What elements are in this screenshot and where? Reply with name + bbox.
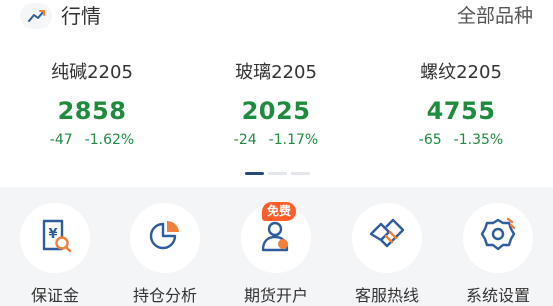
gear-icon [478, 216, 518, 260]
service-position-analysis[interactable]: 持仓分析 [110, 203, 220, 306]
page-title: 行情 [61, 4, 101, 28]
service-icon-circle [352, 203, 422, 273]
service-icon-circle [463, 203, 533, 273]
quote-card-soda-ash[interactable]: 纯碱2205 2858 -47 -1.62% [0, 60, 184, 150]
service-hotline[interactable]: 客服热线 [332, 203, 442, 306]
service-label: 持仓分析 [132, 286, 197, 305]
price-change: -47 [49, 132, 73, 148]
trend-line-icon [20, 3, 52, 29]
last-price: 2025 [241, 97, 311, 125]
market-header: 行情 全部品种 [0, 0, 553, 36]
price-change-percent: -1.62% [84, 132, 135, 148]
contract-name: 纯碱2205 [51, 62, 133, 83]
price-change-percent: -1.35% [453, 132, 504, 148]
service-label: 保证金 [30, 286, 79, 305]
contract-name: 玻璃2205 [235, 62, 317, 83]
handshake-icon [367, 216, 407, 260]
last-price: 2858 [57, 97, 127, 125]
service-icon-circle: ¥ [20, 203, 90, 273]
free-badge: 免费 [262, 202, 297, 221]
quote-card-glass[interactable]: 玻璃2205 2025 -24 -1.17% [184, 60, 368, 150]
margin-calculator-icon: ¥ [35, 216, 75, 260]
page-dot-2[interactable] [268, 172, 287, 175]
service-label: 期货开户 [243, 286, 308, 305]
price-change: -24 [233, 132, 257, 148]
quote-card-rebar[interactable]: 螺纹2205 4755 -65 -1.35% [369, 60, 553, 150]
service-icon-circle [130, 203, 200, 273]
page-indicator [245, 172, 311, 175]
price-change: -65 [418, 132, 442, 148]
price-change-row: -65 -1.35% [369, 130, 553, 150]
service-label: 客服热线 [354, 286, 419, 305]
price-change-row: -47 -1.62% [0, 130, 184, 150]
service-menu: ¥ 保证金 持仓分析 免费 期货开户 客服热线 系统设置 [0, 187, 553, 306]
price-change-row: -24 -1.17% [184, 130, 368, 150]
all-products-link[interactable]: 全部品种 [457, 3, 533, 29]
service-label: 系统设置 [465, 286, 530, 305]
service-margin[interactable]: ¥ 保证金 [0, 203, 110, 306]
page-dot-1[interactable] [245, 172, 264, 175]
contract-name: 螺纹2205 [420, 62, 502, 83]
page-dot-3[interactable] [291, 172, 310, 175]
last-price: 4755 [426, 97, 496, 125]
service-settings[interactable]: 系统设置 [443, 203, 553, 306]
price-change-percent: -1.17% [268, 132, 319, 148]
pie-chart-icon [145, 216, 185, 260]
service-open-account[interactable]: 免费 期货开户 [221, 202, 331, 306]
open-account-icon [256, 216, 296, 260]
